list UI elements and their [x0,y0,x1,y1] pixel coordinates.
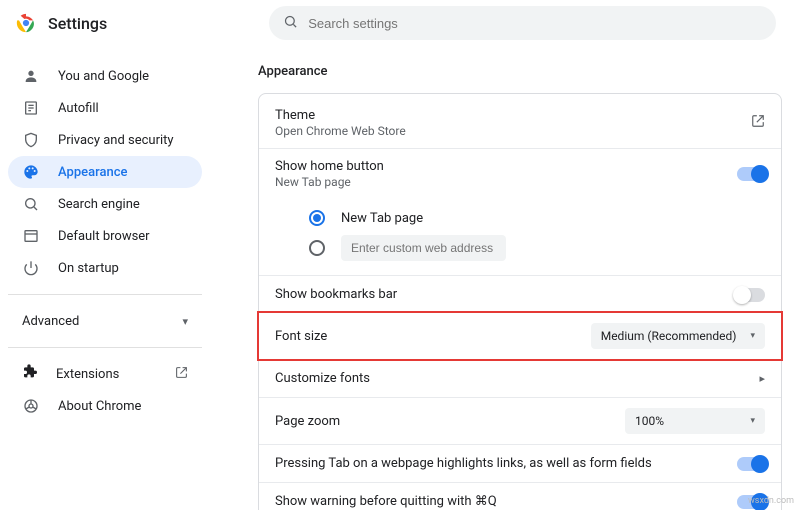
theme-row[interactable]: Theme Open Chrome Web Store [259,94,781,148]
section-title: Appearance [258,64,782,79]
dropdown-triangle-icon: ▾ [750,416,755,426]
search-icon [283,14,298,33]
chevron-right-icon: ▸ [759,372,765,385]
font-size-label: Font size [275,329,327,344]
person-icon [22,68,40,84]
page-zoom-value: 100% [635,414,664,428]
dropdown-triangle-icon: ▾ [750,331,755,341]
search-bar[interactable] [269,6,776,40]
home-button-toggle[interactable] [737,167,765,181]
tab-highlight-label: Pressing Tab on a webpage highlights lin… [275,456,652,471]
sidebar-item-label: Appearance [58,165,127,180]
font-size-dropdown[interactable]: Medium (Recommended) ▾ [591,323,765,349]
sidebar-item-label: You and Google [58,69,149,84]
quit-warning-row: Show warning before quitting with ⌘Q [259,482,781,510]
shield-icon [22,132,40,148]
radio-checked-icon[interactable] [309,210,325,226]
sidebar-item-search-engine[interactable]: Search engine [8,188,202,220]
sidebar-item-autofill[interactable]: Autofill [8,92,202,124]
extensions-icon [22,364,38,384]
sidebar-item-label: Default browser [58,229,150,244]
watermark: wsxdn.com [748,496,794,506]
appearance-card: Theme Open Chrome Web Store Show home bu… [258,93,782,510]
home-button-row: Show home button New Tab page [259,148,781,199]
autofill-icon [22,100,40,116]
radio-newtab-label: New Tab page [341,211,423,226]
bookmarks-label: Show bookmarks bar [275,287,397,302]
chrome-icon [22,398,40,414]
sidebar-item-privacy[interactable]: Privacy and security [8,124,202,156]
sidebar-item-about-chrome[interactable]: About Chrome [8,390,202,422]
sidebar-item-on-startup[interactable]: On startup [8,252,202,284]
sidebar-item-label: Search engine [58,197,140,212]
main-content: Appearance Theme Open Chrome Web Store S… [210,46,800,510]
page-zoom-dropdown[interactable]: 100% ▾ [625,408,765,434]
custom-address-input[interactable] [341,235,506,261]
sidebar-item-label: Autofill [58,101,99,116]
tab-highlight-toggle[interactable] [737,457,765,471]
sidebar-item-label: Privacy and security [58,133,174,148]
tab-highlight-row: Pressing Tab on a webpage highlights lin… [259,444,781,482]
sidebar-item-label: About Chrome [58,399,141,414]
search-icon [22,196,40,212]
home-button-label: Show home button [275,159,384,174]
paint-icon [22,164,40,180]
search-input[interactable] [308,16,762,31]
sidebar-item-extensions[interactable]: Extensions [8,358,202,390]
page-title: Settings [48,14,107,33]
page-zoom-row[interactable]: Page zoom 100% ▾ [259,397,781,444]
advanced-label: Advanced [22,314,79,329]
sidebar-separator [8,347,202,348]
sidebar: You and Google Autofill Privacy and secu… [0,46,210,510]
font-size-value: Medium (Recommended) [601,329,737,343]
bookmarks-toggle[interactable] [737,288,765,302]
radio-newtab-row[interactable]: New Tab page [309,203,765,233]
sidebar-separator [8,294,202,295]
customize-fonts-row[interactable]: Customize fonts ▸ [259,359,781,397]
radio-unchecked-icon[interactable] [309,240,325,256]
open-external-icon [175,366,188,383]
power-icon [22,260,40,276]
home-button-sublabel: New Tab page [275,175,384,189]
sidebar-item-label: On startup [58,261,119,276]
radio-custom-row[interactable] [309,233,765,263]
font-size-row[interactable]: Font size Medium (Recommended) ▾ [257,311,783,361]
home-button-options: New Tab page [259,199,781,275]
customize-fonts-label: Customize fonts [275,371,370,386]
browser-icon [22,228,40,244]
bookmarks-row: Show bookmarks bar [259,275,781,313]
chrome-logo-icon [16,13,36,33]
open-external-icon [751,114,765,132]
theme-sublabel: Open Chrome Web Store [275,124,406,138]
sidebar-item-appearance[interactable]: Appearance [8,156,202,188]
sidebar-item-default-browser[interactable]: Default browser [8,220,202,252]
theme-label: Theme [275,108,406,123]
sidebar-advanced-toggle[interactable]: Advanced ▾ [8,305,202,337]
chevron-down-icon: ▾ [182,315,188,328]
sidebar-item-you-and-google[interactable]: You and Google [8,60,202,92]
extensions-label: Extensions [56,367,119,382]
page-zoom-label: Page zoom [275,414,340,429]
quit-warning-label: Show warning before quitting with ⌘Q [275,494,497,509]
